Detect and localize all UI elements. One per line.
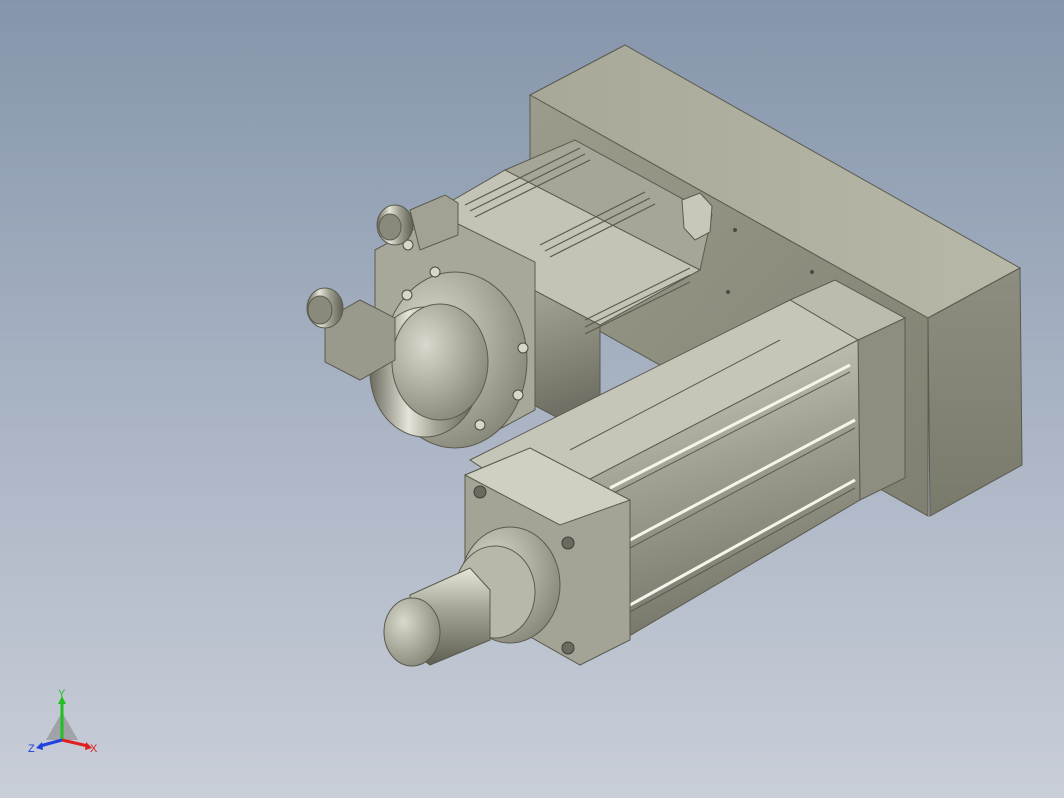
model-view[interactable]: Y X Z	[0, 0, 1064, 798]
x-axis-label: X	[90, 743, 98, 755]
z-axis-label: Z	[28, 743, 35, 755]
x-axis-line	[61, 738, 89, 748]
graphics-viewport[interactable]: Y X Z	[0, 0, 1064, 798]
y-axis-label: Y	[58, 688, 66, 700]
axis-triad: Y X Z	[28, 688, 98, 755]
z-axis-line	[39, 738, 63, 748]
